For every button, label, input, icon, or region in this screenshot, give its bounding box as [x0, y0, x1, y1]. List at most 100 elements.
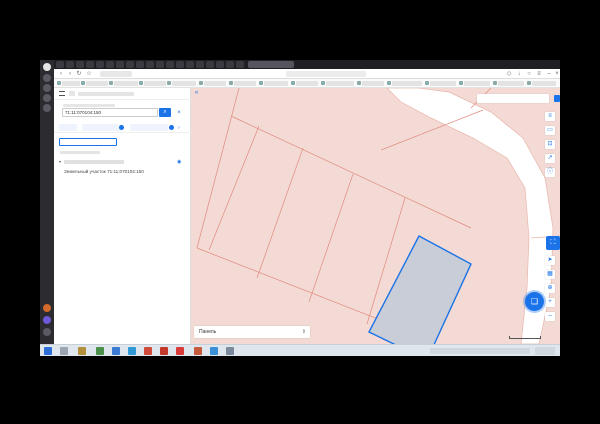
clock[interactable] — [535, 347, 555, 355]
taskbar-app-4[interactable] — [112, 347, 120, 355]
result-group-heading[interactable] — [64, 160, 124, 164]
menu-icon[interactable]: ≡ — [536, 71, 542, 77]
filter-chip-parcels[interactable] — [82, 124, 122, 131]
forward-icon[interactable]: › — [67, 71, 73, 77]
share-icon[interactable]: ↗ — [545, 154, 555, 163]
layers-icon[interactable]: ≡ — [545, 112, 555, 121]
measure-icon[interactable]: ⊡ — [545, 140, 555, 149]
compass-icon[interactable]: ⊕ — [545, 284, 555, 293]
zoom-in-icon[interactable]: + — [545, 298, 555, 307]
bookmark-7[interactable] — [229, 81, 256, 86]
system-tray[interactable] — [430, 348, 530, 354]
bookmark-3[interactable] — [109, 81, 138, 86]
tab-pinned-9[interactable] — [136, 61, 144, 68]
minimize-icon[interactable]: – — [546, 71, 552, 77]
bookmark-10[interactable] — [321, 81, 354, 86]
tab-active[interactable] — [248, 61, 294, 68]
rail-icon-3[interactable] — [43, 94, 51, 102]
taskbar-app-2[interactable] — [78, 347, 86, 355]
bookmark-12[interactable] — [387, 81, 422, 86]
collapse-icon[interactable]: « — [193, 90, 200, 97]
taskbar-app-7[interactable] — [160, 347, 168, 355]
bookmark-15[interactable] — [493, 81, 524, 86]
rail-app-icon[interactable] — [43, 304, 51, 312]
bookmark-11[interactable] — [357, 81, 384, 86]
filter-chip-all[interactable] — [59, 124, 77, 131]
tab-pinned-7[interactable] — [116, 61, 124, 68]
bookmark-2[interactable] — [81, 81, 108, 86]
tab-pinned-6[interactable] — [106, 61, 114, 68]
tab-pinned-2[interactable] — [66, 61, 74, 68]
back-icon[interactable]: ‹ — [58, 71, 64, 77]
url-field[interactable] — [100, 71, 132, 77]
result-item[interactable]: Земельный участок 71:11:070104:150 — [64, 169, 174, 175]
taskbar-app-10[interactable] — [210, 347, 218, 355]
tab-pinned-4[interactable] — [86, 61, 94, 68]
pin-icon[interactable]: ◉ — [177, 159, 182, 165]
show-on-map-button[interactable] — [59, 138, 117, 146]
tab-pinned-15[interactable] — [196, 61, 204, 68]
tab-pinned-18[interactable] — [226, 61, 234, 68]
taskbar-app-1[interactable] — [60, 347, 68, 355]
bookmark-9[interactable] — [291, 81, 318, 86]
map-search-field[interactable] — [477, 94, 549, 103]
info-icon[interactable]: ⓘ — [545, 168, 555, 177]
tab-pinned-8[interactable] — [126, 61, 134, 68]
rail-settings-icon[interactable] — [43, 328, 51, 336]
tab-pinned-5[interactable] — [96, 61, 104, 68]
map-canvas[interactable] — [191, 88, 560, 344]
bookmark-1[interactable] — [57, 81, 80, 86]
layer-select[interactable]: Панель ⇕ — [194, 326, 310, 338]
profile-icon[interactable]: ○ — [526, 71, 532, 77]
bookmark-5[interactable] — [167, 81, 196, 86]
rail-icon-1[interactable] — [43, 74, 51, 82]
tab-pinned-12[interactable] — [166, 61, 174, 68]
tab-pinned-11[interactable] — [156, 61, 164, 68]
bookmark-16[interactable] — [527, 81, 556, 86]
rail-icon-2[interactable] — [43, 84, 51, 92]
rail-icon-4[interactable] — [43, 104, 51, 112]
window-close-icon[interactable]: × — [554, 71, 560, 77]
tab-pinned-13[interactable] — [176, 61, 184, 68]
tab-pinned-10[interactable] — [146, 61, 154, 68]
zoom-out-icon[interactable]: – — [545, 312, 555, 321]
taskbar-app-6[interactable] — [144, 347, 152, 355]
bookmark-4[interactable] — [139, 81, 166, 86]
bookmark-8[interactable] — [259, 81, 288, 86]
map-mode-button[interactable]: ⛶ — [546, 236, 560, 250]
more-icon[interactable]: › — [178, 125, 184, 131]
tab-pinned-17[interactable] — [216, 61, 224, 68]
filter-chip-extra[interactable] — [130, 124, 168, 131]
close-icon[interactable]: × — [176, 110, 182, 116]
basemap-icon[interactable]: ▦ — [545, 270, 555, 279]
print-icon[interactable]: ▭ — [545, 126, 555, 135]
cadastral-map[interactable]: « ≡ ▭ ⊡ ↗ ⓘ ⛶ ➤ ▦ ⊕ + – ❏ Панель ⇕ — [191, 88, 560, 344]
browser-logo-icon[interactable] — [43, 63, 51, 71]
taskbar-app-5[interactable] — [128, 347, 136, 355]
search-button[interactable]: ⌕ — [159, 108, 171, 117]
taskbar-app-11[interactable] — [226, 347, 234, 355]
tab-pinned-19[interactable] — [236, 61, 244, 68]
bookmark-6[interactable] — [199, 81, 226, 86]
tab-pinned-14[interactable] — [186, 61, 194, 68]
start-icon[interactable] — [44, 347, 52, 355]
cadastral-number-input[interactable] — [62, 108, 158, 117]
downloads-icon[interactable]: ↓ — [516, 71, 522, 77]
locate-icon[interactable]: ➤ — [545, 256, 555, 265]
chat-icon[interactable]: ❏ — [525, 292, 544, 311]
map-search-button[interactable] — [554, 95, 560, 102]
tab-pinned-16[interactable] — [206, 61, 214, 68]
chevron-down-icon[interactable]: ▾ — [59, 160, 63, 164]
reload-icon[interactable]: ↻ — [76, 71, 82, 77]
bookmark-14[interactable] — [459, 81, 490, 86]
tab-pinned-3[interactable] — [76, 61, 84, 68]
hamburger-icon[interactable] — [59, 91, 65, 96]
bookmark-star-icon[interactable]: ☆ — [86, 71, 92, 77]
taskbar-app-9[interactable] — [194, 347, 202, 355]
taskbar-app-8[interactable] — [176, 347, 184, 355]
tab-pinned-1[interactable] — [56, 61, 64, 68]
taskbar-app-3[interactable] — [96, 347, 104, 355]
extension-icon[interactable]: ◇ — [506, 71, 512, 77]
bookmark-13[interactable] — [425, 81, 456, 86]
rail-assistant-icon[interactable] — [43, 316, 51, 324]
